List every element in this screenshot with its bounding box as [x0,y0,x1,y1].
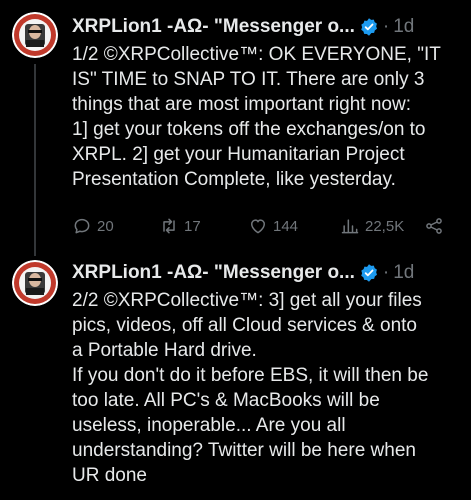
tweet-text-line: useless, inoperable... Are you all [72,415,346,436]
tweet-text-line: understanding? Twitter will be here when [72,440,416,461]
separator-dot: · [382,16,390,37]
reply-count: 20 [97,217,114,235]
timestamp[interactable]: 1d [393,14,414,40]
share-icon [426,218,442,234]
tweet-text-line: 1/2 ©XRPCollective™: OK EVERYONE, "IT [72,44,441,65]
view-count: 22,5K [365,217,405,235]
thread-line [34,64,36,256]
tweet-2[interactable]: XRPLion1 -AΩ- "Messenger o... · 1d 2/2 ©… [0,252,471,500]
views-icon [341,219,359,234]
tweet-actions: 20 17 144 22,5K [72,214,452,238]
like-button[interactable]: 144 [248,214,298,238]
tweet-header: XRPLion1 -AΩ- "Messenger o... · 1d [72,260,414,286]
avatar[interactable] [12,12,58,58]
tweet-text-line: pics, videos, off all Cloud services & o… [72,315,417,336]
verified-badge-icon [359,17,379,37]
tweet-text-line: XRPL. 2] get your Humanitarian Project [72,144,405,165]
tweet-text-line: a Portable Hard drive. [72,340,257,361]
views-button[interactable]: 22,5K [340,214,404,238]
avatar[interactable] [12,260,58,306]
tweet-text-line: If you don't do it before EBS, it will t… [72,365,429,386]
author-name[interactable]: XRPLion1 -AΩ- "Messenger o... [72,260,355,286]
share-button[interactable] [424,214,444,238]
retweet-count: 17 [184,217,201,235]
reply-button[interactable]: 20 [72,214,114,238]
like-icon [251,219,265,234]
tweet-text: 1/2 ©XRPCollective™: OK EVERYONE, "IT IS… [72,42,464,192]
reply-icon [74,218,90,234]
verified-badge-icon [359,263,379,283]
tweet-text-line: 1] get your tokens off the exchanges/on … [72,119,426,140]
tweet-text: 2/2 ©XRPCollective™: 3] get all your fil… [72,288,464,488]
tweet-text-line: 2/2 ©XRPCollective™: 3] get all your fil… [72,290,422,311]
retweet-button[interactable]: 17 [159,214,201,238]
tweet-text-line: too late. All PC's & MacBooks will be [72,390,380,411]
tweet-text-line: IS" TIME to SNAP TO IT. There are only 3 [72,69,425,90]
like-count: 144 [273,217,299,235]
tweet-1[interactable]: XRPLion1 -AΩ- "Messenger o... · 1d 1/2 ©… [0,0,471,256]
timestamp[interactable]: 1d [393,260,414,286]
tweet-header: XRPLion1 -AΩ- "Messenger o... · 1d [72,14,414,40]
tweet-text-line: Presentation Complete, like yesterday. [72,169,396,190]
separator-dot: · [382,262,390,283]
tweet-text-line: UR done [72,465,147,486]
author-name[interactable]: XRPLion1 -AΩ- "Messenger o... [72,14,355,40]
tweet-text-line: things that are most important right now… [72,94,411,115]
retweet-icon [163,218,175,234]
